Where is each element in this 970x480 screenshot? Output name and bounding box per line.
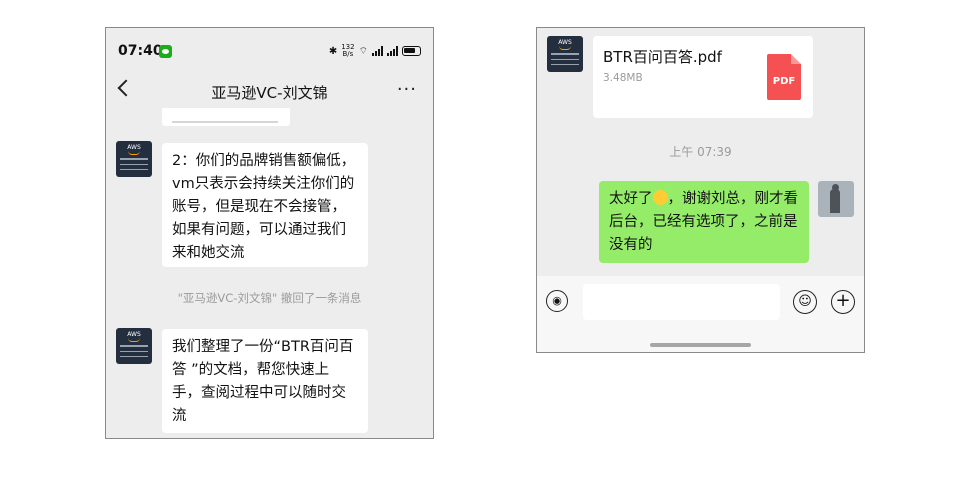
- home-indicator[interactable]: [650, 343, 751, 347]
- my-message-bubble[interactable]: 太好了 ，谢谢刘总，刚才看后台，已经有选项了，之前是没有的: [599, 181, 809, 263]
- bluetooth-icon: ✱: [328, 45, 338, 57]
- pdf-file-icon: PDF: [767, 54, 801, 100]
- chat-title: 亚马逊VC-刘文锦: [211, 84, 328, 102]
- contact-avatar[interactable]: AWS: [116, 141, 152, 177]
- message-bubble[interactable]: 我们整理了一份“BTR百问百答 ”的文档，帮您快速上手，查阅过程中可以随时交流: [162, 329, 368, 433]
- chat-screen-left: 07:40 ✱ 132 B/s ⌔ 亚马逊VC-刘文锦 ··· AWS 2：你们的…: [105, 27, 434, 439]
- smiley-icon[interactable]: ☺: [793, 290, 817, 314]
- signal-icon: [372, 46, 383, 56]
- more-icon[interactable]: ···: [397, 79, 417, 100]
- signal-icon: [387, 46, 398, 56]
- message-input[interactable]: [583, 284, 780, 320]
- battery-icon: [402, 46, 421, 56]
- contact-avatar[interactable]: AWS: [547, 36, 583, 72]
- message-timestamp: 上午 07:39: [669, 145, 732, 159]
- wechat-icon: [159, 45, 172, 58]
- status-bar: 07:40 ✱ 132 B/s ⌔: [106, 28, 433, 74]
- grinning-face-emoji-icon: [652, 190, 668, 205]
- image-message-partial[interactable]: [162, 108, 290, 126]
- file-size: 3.48MB: [603, 72, 643, 84]
- status-time: 07:40: [118, 43, 163, 59]
- wifi-icon: ⌔: [358, 45, 368, 57]
- contact-avatar[interactable]: AWS: [116, 328, 152, 364]
- my-avatar[interactable]: [818, 181, 854, 217]
- recall-notice: "亚马逊VC-刘文锦" 撤回了一条消息: [177, 291, 362, 305]
- message-bubble[interactable]: 2：你们的品牌销售额偏低，vm只表示会持续关注你们的账号，但是现在不会接管，如果…: [162, 143, 368, 267]
- file-name: BTR百问百答.pdf: [603, 48, 722, 66]
- chat-header: 亚马逊VC-刘文锦 ···: [106, 74, 433, 108]
- chat-screen-right: AWS BTR百问百答.pdf 3.48MB PDF 上午 07:39 太好了，…: [536, 27, 865, 353]
- input-bar: ◉ ☺ +: [537, 276, 864, 352]
- voice-icon[interactable]: ◉: [546, 290, 568, 312]
- network-speed: 132 B/s: [341, 43, 355, 58]
- file-message[interactable]: BTR百问百答.pdf 3.48MB PDF: [593, 36, 813, 118]
- status-icons: ✱ 132 B/s ⌔: [329, 44, 421, 58]
- plus-icon[interactable]: +: [831, 290, 855, 314]
